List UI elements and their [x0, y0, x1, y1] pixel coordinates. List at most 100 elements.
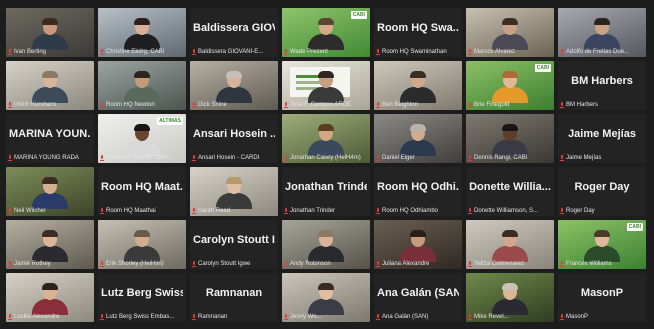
participant-name-text: Ansari Hosein - CARDI [198, 154, 260, 161]
participant-name-label: Daniel Elger [376, 153, 460, 162]
participant-tile[interactable]: Donette Willia... Donette Williamson, S..… [466, 167, 554, 216]
participant-name-label: Ivan Berting [8, 47, 92, 56]
participant-tile[interactable]: Room HQ Newton [98, 61, 186, 110]
participant-tile[interactable]: Carolyn Stoutt I... Carolyn Stoutt Igwe [190, 220, 278, 269]
participant-name-text: Jonathan Casey (HeiH4m) [290, 154, 361, 161]
participant-tile[interactable]: Lusilla Alexandre [6, 273, 94, 322]
participant-tile[interactable]: CABI Brie Finegold [466, 61, 554, 110]
muted-microphone-icon [284, 154, 288, 161]
participant-tile[interactable]: Sarah Reed [190, 167, 278, 216]
participant-tile[interactable]: Ansari Hosein ... Ansari Hosein - CARDI [190, 114, 278, 163]
participant-tile[interactable]: Mike Revel... [466, 273, 554, 322]
participant-tile[interactable]: Juliana Alexandre [374, 220, 462, 269]
participant-tile[interactable]: José F. Campos ARDE [282, 61, 370, 110]
participant-tile[interactable]: Jenny Wo... [282, 273, 370, 322]
participant-name-label: MasonP [560, 312, 644, 321]
participant-name-label: Frances Williams [560, 259, 644, 268]
participant-name-text: Adolfo de Freitas Due... [566, 48, 630, 55]
participant-tile[interactable]: CABI Wade Prezent [282, 8, 370, 57]
participant-name-text: Ulrich Kurshans [14, 101, 57, 108]
participant-name-text: Room HQ Swaminathan [382, 48, 447, 55]
participant-name-text: Room HQ Newton [106, 101, 155, 108]
participant-tile[interactable]: Ramnanan Ramnanan [190, 273, 278, 322]
participant-tile[interactable]: Ana Galán (SAN) Ana Galán (SAN) [374, 273, 462, 322]
participant-name-text: Carolyn Stoutt Igwe [198, 260, 251, 267]
participant-figure [29, 283, 71, 315]
participant-tile[interactable]: Dick Shine [190, 61, 278, 110]
participant-figure [489, 283, 531, 315]
participant-tile[interactable]: Baldissera GIOV... Baldissera GIOVANI-E..… [190, 8, 278, 57]
participant-name-label: José F. Campos ARDE [284, 100, 368, 109]
participant-name-label: Ulrich Kurshans [8, 100, 92, 109]
participant-name-text: Christine Ekdrg, CABI [106, 48, 165, 55]
participant-display-name: MasonP [580, 287, 624, 299]
participant-name-label: Wade Prezent [284, 47, 368, 56]
participant-tile[interactable]: Jonathan Trinder Jonathan Trinder [282, 167, 370, 216]
participant-tile[interactable]: Room HQ Odhi... Room HQ Odhiambo [374, 167, 462, 216]
participant-name-label: Ramnanan [192, 312, 276, 321]
participant-name-text: BM Harbers [566, 101, 599, 108]
participant-display-name: Baldissera GIOV... [193, 22, 275, 34]
participant-tile[interactable]: Daniel Elger [374, 114, 462, 163]
muted-microphone-icon [376, 48, 380, 55]
participant-figure [29, 18, 71, 50]
muted-microphone-icon [8, 48, 12, 55]
muted-microphone-icon [284, 207, 288, 214]
participant-display-name: Jonathan Trinder [285, 181, 367, 193]
muted-microphone-icon [8, 154, 12, 161]
participant-tile[interactable]: Andy Robinson [282, 220, 370, 269]
muted-microphone-icon [376, 101, 380, 108]
participant-tile[interactable]: Neil Wilcher [6, 167, 94, 216]
participant-name-label: Brie Finegold [468, 100, 552, 109]
participant-display-name: Carolyn Stoutt I... [193, 234, 275, 246]
participant-tile[interactable]: BM Harbers BM Harbers [558, 61, 646, 110]
participant-tile[interactable]: Jaime Mejías Jaime Mejías [558, 114, 646, 163]
participant-name-label: Ansari Hosein - CARDI [192, 153, 276, 162]
participant-tile[interactable]: Room HQ Maat... Room HQ Maathai [98, 167, 186, 216]
participant-name-text: Room HQ Maathai [106, 207, 156, 214]
muted-microphone-icon [100, 154, 104, 161]
participant-tile[interactable]: ALTIMAS Athanase Yasmin John... [98, 114, 186, 163]
participant-tile[interactable]: MasonP MasonP [558, 273, 646, 322]
participant-display-name: Room HQ Odhi... [377, 181, 459, 193]
participant-name-text: Lusilla Alexandre [14, 313, 60, 320]
participant-name-label: Lutz Berg Swiss Embas... [100, 312, 184, 321]
participant-name-text: Room HQ Odhiambo [382, 207, 439, 214]
participant-tile[interactable]: CABI Frances Williams [558, 220, 646, 269]
participant-tile[interactable]: Dennis Rangi, CABI [466, 114, 554, 163]
participant-tile[interactable]: Jamie Rothey [6, 220, 94, 269]
muted-microphone-icon [376, 207, 380, 214]
participant-figure [489, 18, 531, 50]
muted-microphone-icon [8, 101, 12, 108]
muted-microphone-icon [468, 260, 472, 267]
participant-tile[interactable]: Adolfo de Freitas Due... [558, 8, 646, 57]
muted-microphone-icon [192, 48, 196, 55]
participant-display-name: BM Harbers [571, 75, 633, 87]
participant-name-label: Dick Shine [192, 100, 276, 109]
participant-tile[interactable]: Marcos Alvarez [466, 8, 554, 57]
participant-tile[interactable]: Yeltza Colmenarez [466, 220, 554, 269]
participant-tile[interactable]: MARINA YOUN... MARINA YOUNG RADA [6, 114, 94, 163]
meeting-gallery-view: Ivan Berting Christine Ekdrg, CABI Baldiss… [0, 0, 654, 329]
muted-microphone-icon [468, 207, 472, 214]
participant-name-label: Adolfo de Freitas Due... [560, 47, 644, 56]
participant-figure [397, 230, 439, 262]
muted-microphone-icon [560, 313, 564, 320]
participant-tile[interactable]: Ivan Berting [6, 8, 94, 57]
participant-figure [489, 230, 531, 262]
participant-name-label: Ana Galán (SAN) [376, 312, 460, 321]
participant-name-label: Erik Shorley (HeiHim) [100, 259, 184, 268]
participant-tile[interactable]: Christine Ekdrg, CABI [98, 8, 186, 57]
participant-tile[interactable]: Roger Day Roger Day [558, 167, 646, 216]
participant-tile[interactable]: Jonathan Casey (HeiH4m) [282, 114, 370, 163]
participant-tile[interactable]: Lutz Berg Swiss... Lutz Berg Swiss Embas.… [98, 273, 186, 322]
participant-tile[interactable]: Ben Beighton [374, 61, 462, 110]
participant-name-label: Marcos Alvarez [468, 47, 552, 56]
participant-figure [397, 71, 439, 103]
participant-tile[interactable]: Erik Shorley (HeiHim) [98, 220, 186, 269]
participant-name-label: Donette Williamson, S... [468, 206, 552, 215]
participant-tile[interactable]: Room HQ Swa... Room HQ Swaminathan [374, 8, 462, 57]
participant-display-name: Ansari Hosein ... [193, 128, 275, 140]
participant-tile[interactable]: Ulrich Kurshans [6, 61, 94, 110]
organization-logo: CABI [534, 64, 551, 72]
